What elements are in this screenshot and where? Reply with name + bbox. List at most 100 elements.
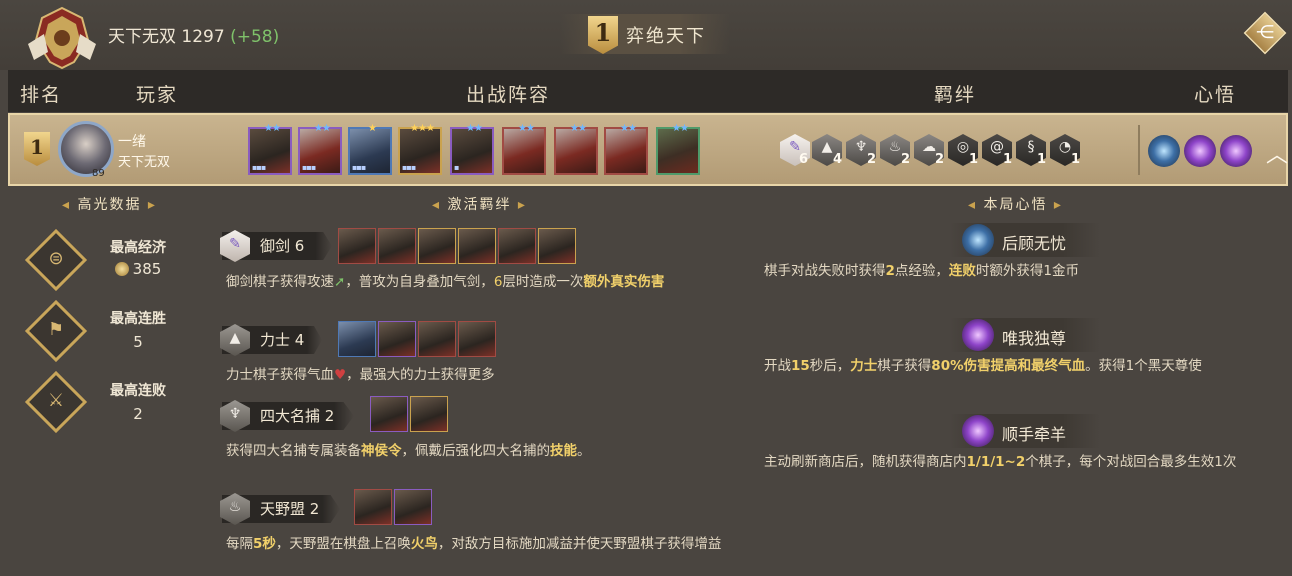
unit-items: ▪▪▪ <box>352 163 366 172</box>
dragon-crest-icon <box>28 6 96 70</box>
lineup-unit[interactable]: ★★★ ▪▪▪ <box>398 123 442 175</box>
unit-stars: ★★ <box>672 123 689 134</box>
synergy-description: 御剑棋子获得攻速➚，普攻为自身叠加气剑，6层时造成一次额外真实伤害 <box>226 274 665 290</box>
top-bar: 天下无双 1297 (+58) 1 弈绝天下 ⋲ <box>0 0 1292 70</box>
player-name: 一绪 <box>118 134 146 150</box>
synergies-title: ◂ 激活羁绊 ▸ <box>432 197 527 213</box>
blade-glyph: ♆ <box>228 406 242 422</box>
header-player: 玩家 <box>136 84 179 106</box>
synergy-unit[interactable] <box>418 228 456 264</box>
unit-stars: ★★ <box>264 123 281 134</box>
augment-orb-icon <box>962 224 994 256</box>
augment-orb-icon[interactable] <box>1184 135 1216 167</box>
stat-value: 385 <box>98 260 178 278</box>
header-augments: 心悟 <box>1194 84 1237 106</box>
bond-count: 6 <box>799 152 809 167</box>
unit-items: ▪▪▪ <box>402 163 416 172</box>
header-bonds: 羁绊 <box>934 84 977 106</box>
unit-stars: ★★ <box>570 123 587 134</box>
unit-stars: ★★ <box>620 123 637 134</box>
unit-stars: ★★ <box>518 123 535 134</box>
avatar-level: 89 <box>92 168 105 179</box>
augment-description: 开战15秒后，力士棋子获得80%伤害提高和最终气血。获得1个黑天尊使 <box>764 358 1202 374</box>
lineup-unit[interactable]: ★★ ▪ <box>450 123 494 175</box>
augment-name: 后顾无忧 <box>1002 234 1067 253</box>
bond-count: 2 <box>901 152 911 167</box>
synergy-unit[interactable] <box>378 228 416 264</box>
synergy-unit[interactable] <box>394 489 432 525</box>
synergy-unit[interactable] <box>498 228 536 264</box>
synergy-description: 每隔5秒，天野盟在棋盘上召唤火鸟，对敌方目标施加减益并使天野盟棋子获得增益 <box>226 536 722 552</box>
mountain-glyph: ▲ <box>229 330 241 346</box>
lineup-unit[interactable]: ★★ <box>502 123 546 175</box>
header-rank: 排名 <box>20 84 63 106</box>
bond-count: 1 <box>1003 152 1013 167</box>
unit-stars: ★★★ <box>410 123 435 134</box>
augment-description: 棋手对战失败时获得2点经验，连败时额外获得1金币 <box>764 263 1079 279</box>
augment-orb-icon <box>962 415 994 447</box>
coin-stack-icon: ⊜ <box>48 248 64 269</box>
synergy-unit[interactable] <box>338 228 376 264</box>
synergy-unit[interactable] <box>354 489 392 525</box>
stat-label: 最高经济 <box>110 240 166 256</box>
stat-label: 最高连败 <box>110 383 166 399</box>
augment-name: 顺手牵羊 <box>1002 425 1067 444</box>
lineup-unit[interactable]: ★★ ▪▪▪ <box>248 123 292 175</box>
unit-items: ▪ <box>454 163 460 172</box>
stat-value: 2 <box>133 405 143 423</box>
header-lineup: 出战阵容 <box>466 84 551 106</box>
synergy-unit[interactable] <box>378 321 416 357</box>
augments-title: ◂ 本局心悟 ▸ <box>968 197 1063 213</box>
bond-count: 2 <box>935 152 945 167</box>
synergy-unit[interactable] <box>370 396 408 432</box>
synergy-unit[interactable] <box>458 321 496 357</box>
bond-count: 1 <box>969 152 979 167</box>
unit-stars: ★★ <box>466 123 483 134</box>
bond-count: 1 <box>1071 152 1081 167</box>
flame-glyph: ♨ <box>228 499 242 515</box>
player-row[interactable]: 1 89 一绪 天下无双 ★★ ▪▪▪ ★★ ▪▪▪ ★ ▪▪▪ ★★★ ▪▪▪… <box>8 113 1288 186</box>
stat-label: 最高连胜 <box>110 311 166 327</box>
sword-glyph: ✎ <box>229 236 241 252</box>
highlights-title: ◂ 高光数据 ▸ <box>62 197 157 213</box>
unit-items: ▪▪▪ <box>252 163 266 172</box>
chevron-up-icon[interactable]: ︿ <box>1266 137 1288 169</box>
unit-stars: ★★ <box>314 123 331 134</box>
synergy-description: 获得四大名捕专属装备神侯令，佩戴后强化四大名捕的技能。 <box>226 443 591 459</box>
lineup-unit[interactable]: ★ ▪▪▪ <box>348 123 392 175</box>
unit-items: ▪▪▪ <box>302 163 316 172</box>
score-delta: (+58) <box>230 27 280 47</box>
lineup-unit[interactable]: ★★ <box>554 123 598 175</box>
lineup-unit[interactable]: ★★ ▪▪▪ <box>298 123 342 175</box>
player-title: 天下无双 <box>118 155 171 170</box>
augment-orb-icon <box>962 319 994 351</box>
synergy-unit[interactable] <box>410 396 448 432</box>
lineup-unit[interactable]: ★★ <box>604 123 648 175</box>
augment-name: 唯我独尊 <box>1002 329 1067 348</box>
table-header: 排名 玩家 出战阵容 羁绊 心悟 <box>8 70 1288 112</box>
synergy-unit[interactable] <box>338 321 376 357</box>
avatar <box>58 121 114 177</box>
bond-count: 1 <box>1037 152 1047 167</box>
broken-sword-icon: ⚔ <box>47 390 65 411</box>
bond-count: 4 <box>833 152 843 167</box>
augment-orb-icon[interactable] <box>1220 135 1252 167</box>
synergy-unit[interactable] <box>458 228 496 264</box>
augment-description: 主动刷新商店后，随机获得商店内1/1/1~2个棋子，每个对战回合最多生效1次 <box>764 454 1237 470</box>
rank-label: 弈绝天下 <box>626 26 706 47</box>
share-icon[interactable]: ⋲ <box>1253 20 1277 46</box>
synergy-description: 力士棋子获得气血♥，最强大的力士获得更多 <box>226 367 495 383</box>
player-rank-badge: 1 <box>24 132 50 166</box>
stat-value: 5 <box>133 333 143 351</box>
augment-orb-icon[interactable] <box>1148 135 1180 167</box>
player-title-text: 天下无双 <box>108 27 176 47</box>
synergy-unit[interactable] <box>538 228 576 264</box>
score-value: 1297 <box>181 27 225 47</box>
lineup-unit[interactable]: ★★ <box>656 123 700 175</box>
bond-count: 2 <box>867 152 877 167</box>
player-score: 天下无双 1297 (+58) <box>108 22 279 47</box>
coin-icon <box>114 262 129 276</box>
flag-icon: ⚑ <box>47 319 65 340</box>
synergy-unit[interactable] <box>418 321 456 357</box>
unit-stars: ★ <box>368 123 377 134</box>
